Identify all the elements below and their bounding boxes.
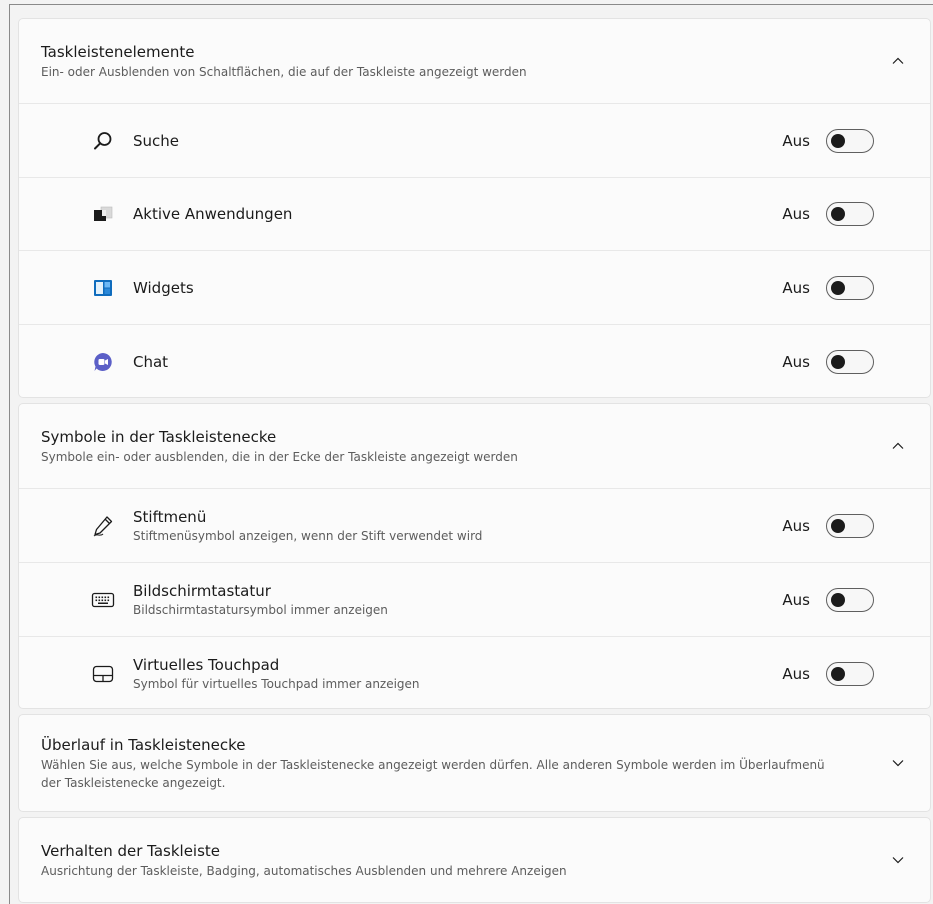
setting-label: Stiftmenü xyxy=(133,508,207,526)
section-header-taskbar-behaviors[interactable]: Verhalten der Taskleiste Ausrichtung der… xyxy=(19,818,930,902)
setting-row-touch-keyboard: Bildschirmtastatur Bildschirmtastatursym… xyxy=(19,562,930,636)
toggle-knob xyxy=(831,207,845,221)
section-taskbar-corner-overflow[interactable]: Überlauf in Taskleistenecke Wählen Sie a… xyxy=(18,714,931,812)
section-header-taskbar-corner-icons[interactable]: Symbole in der Taskleistenecke Symbole e… xyxy=(19,404,930,488)
setting-description: Stiftmenüsymbol anzeigen, wenn der Stift… xyxy=(133,529,483,543)
section-description: Ein- oder Ausblenden von Schaltflächen, … xyxy=(41,64,527,79)
virtual-touchpad-toggle[interactable] xyxy=(826,661,874,686)
section-taskbar-corner-icons: Symbole in der Taskleistenecke Symbole e… xyxy=(18,403,931,709)
toggle-state-text: Aus xyxy=(782,516,810,535)
section-description: Wählen Sie aus, welche Symbole in der Ta… xyxy=(41,757,825,790)
pen-icon xyxy=(91,514,115,538)
setting-row-widgets: Widgets Aus xyxy=(19,250,930,324)
setting-row-chat: Chat Aus xyxy=(19,324,930,397)
setting-label: Aktive Anwendungen xyxy=(133,205,293,223)
toggle-state-text: Aus xyxy=(782,131,810,150)
chevron-up-icon[interactable] xyxy=(888,51,908,71)
toggle-knob xyxy=(831,592,845,607)
chat-toggle[interactable] xyxy=(826,349,874,374)
section-taskbar-behaviors[interactable]: Verhalten der Taskleiste Ausrichtung der… xyxy=(18,817,931,903)
toggle-knob xyxy=(831,666,845,681)
setting-label: Chat xyxy=(133,352,169,371)
setting-label: Suche xyxy=(133,131,180,150)
setting-label: Virtuelles Touchpad xyxy=(133,656,280,674)
pen-menu-toggle[interactable] xyxy=(826,513,874,538)
setting-row-pen-menu: Stiftmenü Stiftmenüsymbol anzeigen, wenn… xyxy=(19,488,930,562)
section-title: Taskleistenelemente xyxy=(41,42,195,61)
search-icon xyxy=(91,129,115,153)
toggle-knob xyxy=(831,280,845,295)
section-description: Symbole ein- oder ausblenden, die in der… xyxy=(41,449,518,464)
setting-row-task-view: Aktive Anwendungen Aus xyxy=(19,177,930,250)
widgets-icon xyxy=(91,276,115,300)
toggle-state-text: Aus xyxy=(782,590,810,609)
task-view-toggle[interactable] xyxy=(826,202,874,226)
section-header-taskbar-items[interactable]: Taskleistenelemente Ein- oder Ausblenden… xyxy=(19,19,930,103)
setting-row-virtual-touchpad: Virtuelles Touchpad Symbol für virtuelle… xyxy=(19,636,930,708)
search-toggle[interactable] xyxy=(826,128,874,153)
touchpad-icon xyxy=(91,662,115,686)
section-title: Verhalten der Taskleiste xyxy=(41,841,221,860)
setting-label: Widgets xyxy=(133,278,194,297)
toggle-knob xyxy=(831,354,845,369)
section-taskbar-items: Taskleistenelemente Ein- oder Ausblenden… xyxy=(18,18,931,398)
setting-row-search: Suche Aus xyxy=(19,103,930,177)
toggle-state-text: Aus xyxy=(782,352,810,371)
section-description: Ausrichtung der Taskleiste, Badging, aut… xyxy=(41,863,567,878)
setting-description: Symbol für virtuelles Touchpad immer anz… xyxy=(133,677,420,691)
chevron-down-icon[interactable] xyxy=(888,753,908,773)
toggle-state-text: Aus xyxy=(782,664,810,683)
setting-label: Bildschirmtastatur xyxy=(133,582,271,600)
section-title: Symbole in der Taskleistenecke xyxy=(41,427,277,446)
toggle-knob xyxy=(831,133,845,148)
chevron-up-icon[interactable] xyxy=(888,436,908,456)
section-header-taskbar-corner-overflow[interactable]: Überlauf in Taskleistenecke Wählen Sie a… xyxy=(19,715,930,811)
chevron-down-icon[interactable] xyxy=(888,850,908,870)
toggle-state-text: Aus xyxy=(782,205,810,223)
widgets-toggle[interactable] xyxy=(826,275,874,300)
section-title: Überlauf in Taskleistenecke xyxy=(41,735,246,754)
chat-icon xyxy=(91,350,115,374)
keyboard-icon xyxy=(91,588,115,612)
setting-description: Bildschirmtastatursymbol immer anzeigen xyxy=(133,603,388,617)
toggle-knob xyxy=(831,518,845,533)
touch-keyboard-toggle[interactable] xyxy=(826,587,874,612)
task-view-icon xyxy=(91,202,115,226)
toggle-state-text: Aus xyxy=(782,278,810,297)
